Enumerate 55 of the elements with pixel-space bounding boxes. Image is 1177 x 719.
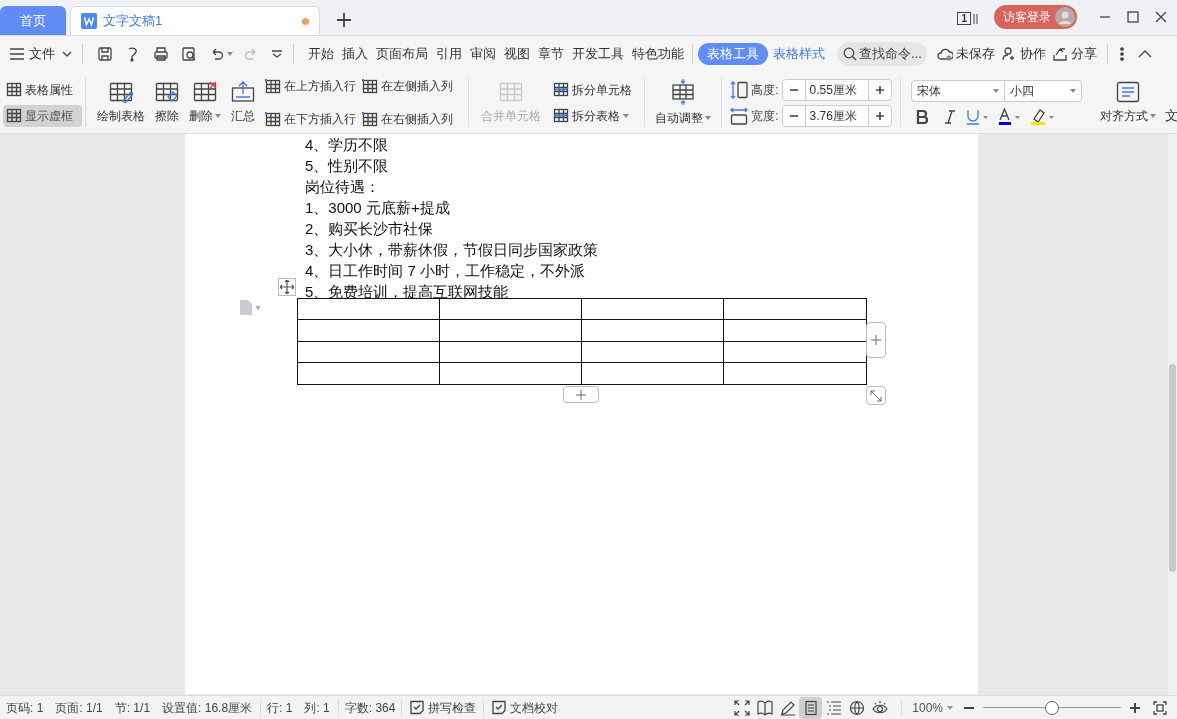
document-line: 2、购买长沙市社保 xyxy=(305,219,435,239)
tab-title: 文字文稿1 xyxy=(103,12,164,31)
ribbon-tab[interactable]: 章节 xyxy=(534,43,568,65)
status-item: 设置值: 16.8厘米 xyxy=(161,699,254,717)
spin-field[interactable]: 0.55厘米 xyxy=(781,78,892,101)
ribbon-tab[interactable]: 开发工具 xyxy=(568,43,628,65)
ribbon-tab[interactable]: 审阅 xyxy=(466,43,500,65)
table-option-toggle[interactable]: 表格属性 xyxy=(3,78,82,101)
insert-button[interactable]: 在右侧插入列 xyxy=(362,105,450,133)
ribbon-tab[interactable]: 开始 xyxy=(304,43,338,65)
ribbon-tab[interactable]: 表格样式 xyxy=(769,43,829,65)
field-label: 宽度: xyxy=(751,107,779,125)
spin-field[interactable]: 3.76厘米 xyxy=(781,104,892,127)
status-item: 节: 1/1 xyxy=(113,699,152,717)
autofit-button[interactable]: 自动调整 xyxy=(655,72,712,133)
document-line: 4、日工作时间 7 小时，工作稳定，不外派 xyxy=(305,261,587,281)
document-line: 4、学历不限 xyxy=(305,135,390,155)
status-item: 字数: 364 xyxy=(337,698,402,717)
document-line: 5、性别不限 xyxy=(305,156,390,176)
toolbar-action[interactable]: 分享 xyxy=(1052,44,1097,64)
status-button[interactable]: 拼写检查 xyxy=(401,698,484,717)
ribbon-tab[interactable]: 页面布局 xyxy=(372,43,432,65)
status-button[interactable]: 文档校对 xyxy=(483,698,566,717)
value-input[interactable]: 0.55厘米 xyxy=(805,80,868,99)
value-input[interactable]: 3.76厘米 xyxy=(805,106,868,125)
document-line: 岗位待遇： xyxy=(305,177,381,197)
table-option-toggle[interactable]: 显示虚框 xyxy=(3,104,82,127)
ribbon-button[interactable]: 汇总 xyxy=(231,72,256,133)
status-item: 列: 1 xyxy=(303,699,331,717)
ribbon-tab[interactable]: 引用 xyxy=(432,43,466,65)
ribbon-label: 文 xyxy=(1164,106,1177,125)
search-field[interactable]: 查找命令... xyxy=(837,42,927,66)
insert-button[interactable]: 在左侧插入列 xyxy=(362,72,450,100)
ribbon-tab[interactable]: 插入 xyxy=(338,43,372,65)
ribbon-button[interactable]: 删除 xyxy=(189,72,222,133)
window-count-badge[interactable]: 1 xyxy=(957,12,971,25)
ribbon-button[interactable]: 擦除 xyxy=(155,72,180,133)
status-item: 页码: 1 xyxy=(5,699,45,717)
document-line: 3、大小休，带薪休假，节假日同步国家政策 xyxy=(305,240,599,260)
document-line: 1、3000 元底薪+提成 xyxy=(305,198,451,218)
field-label: 高度: xyxy=(751,81,779,99)
toolbar-action[interactable]: 协作 xyxy=(1001,44,1046,64)
toolbar-action[interactable]: 未保存 xyxy=(937,44,995,64)
file-menu[interactable]: 文件 xyxy=(10,44,72,64)
status-item: 行: 1 xyxy=(260,698,299,717)
ribbon-tab[interactable]: 特色功能 xyxy=(628,43,688,65)
login-button[interactable]: 访客登录 xyxy=(994,5,1077,29)
align-button[interactable]: 对齐方式 xyxy=(1099,72,1156,133)
split-button[interactable]: 拆分表格 xyxy=(553,104,633,127)
ribbon-button[interactable]: 绘制表格 xyxy=(97,72,146,133)
document-tab[interactable]: 文字文稿1 xyxy=(70,6,320,35)
status-item: 页面: 1/1 xyxy=(54,699,104,717)
split-button[interactable]: 拆分单元格 xyxy=(553,78,633,101)
zoom-dropdown[interactable]: 100% xyxy=(912,698,953,717)
ribbon-tab[interactable]: 视图 xyxy=(500,43,534,65)
